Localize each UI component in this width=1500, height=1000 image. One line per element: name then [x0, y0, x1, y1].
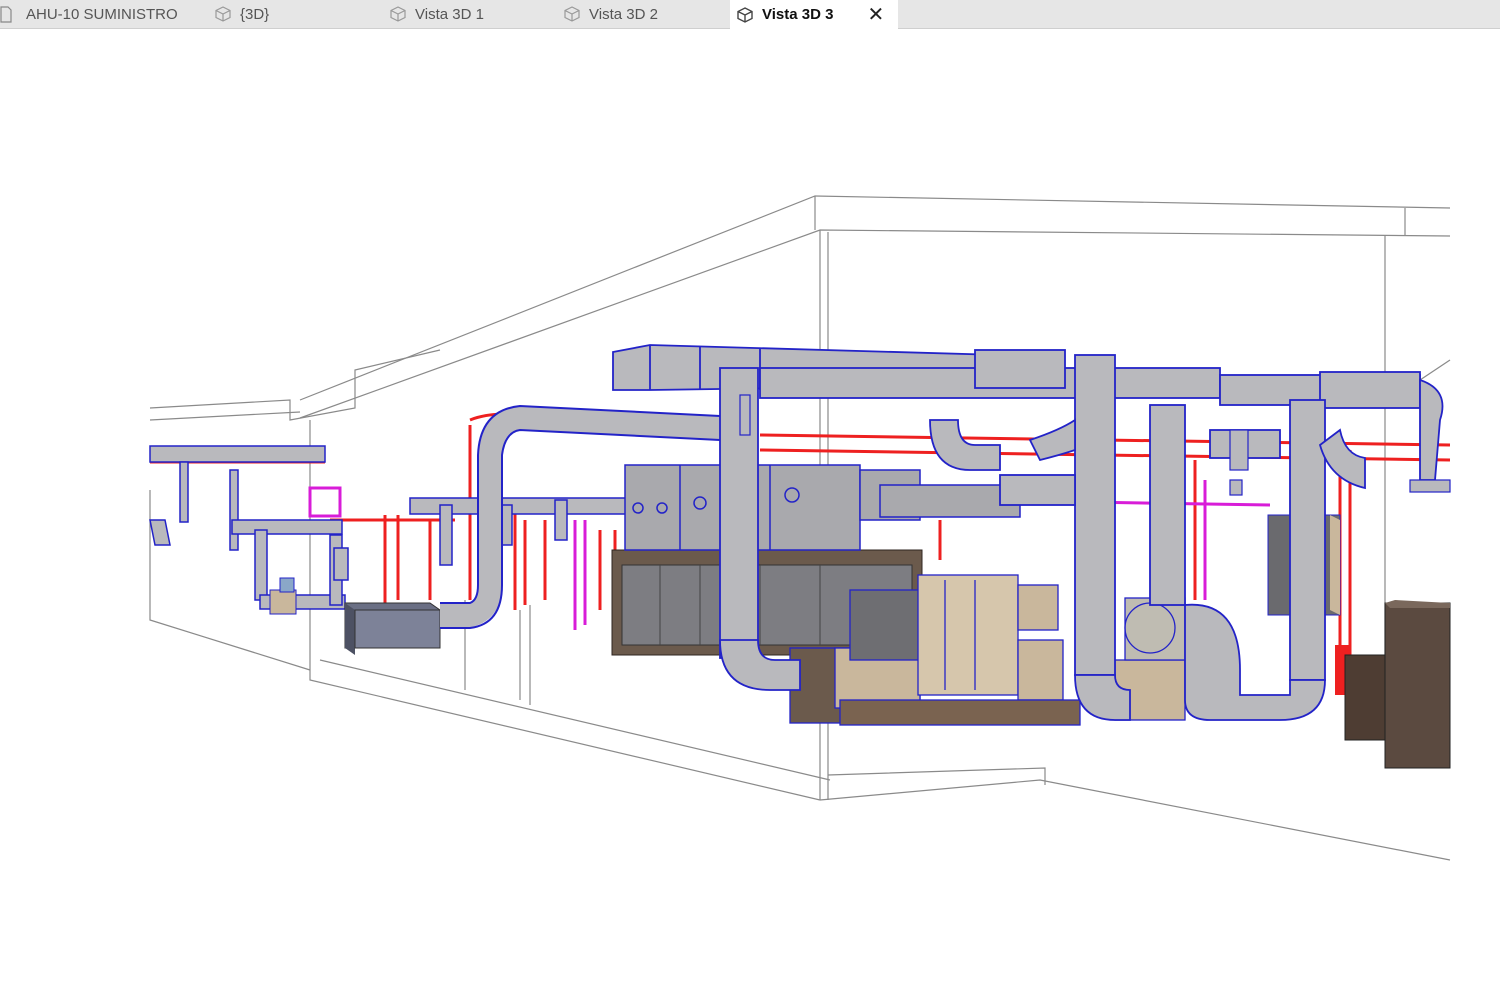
hvac-3d-model [149, 195, 1451, 861]
tab-vista-3d-3[interactable]: Vista 3D 3 ✕ [730, 0, 899, 29]
sheet-icon [0, 5, 18, 23]
close-icon[interactable]: ✕ [867, 2, 884, 27]
tab-vista-3d-1[interactable]: Vista 3D 1 [389, 0, 484, 28]
tab-label: Vista 3D 1 [415, 5, 484, 23]
tab-label: Vista 3D 2 [589, 5, 658, 23]
tab-3d[interactable]: {3D} [214, 0, 269, 28]
tab-vista-3d-2[interactable]: Vista 3D 2 [563, 0, 658, 28]
3d-viewport[interactable] [0, 29, 1500, 1000]
view-tab-bar: AHU-10 SUMINISTRO {3D} Vista 3D 1 Vista … [0, 0, 1500, 29]
small-valve [279, 577, 295, 593]
cabinet-side [1330, 515, 1340, 615]
tab-label: {3D} [240, 5, 270, 23]
ahu-upper-module [624, 464, 1021, 551]
dark-equipment-tanks [1344, 600, 1451, 769]
left-ductwork [149, 445, 631, 610]
cube-view-icon [389, 5, 407, 23]
tab-ahu-10-suministro[interactable]: AHU-10 SUMINISTRO [0, 0, 178, 28]
dark-box-unit [344, 602, 441, 655]
cube-view-icon [214, 5, 232, 23]
tab-label: AHU-10 SUMINISTRO [26, 5, 178, 23]
cube-view-icon [563, 5, 581, 23]
cube-view-icon [736, 6, 754, 24]
tab-label: Vista 3D 3 [762, 6, 834, 23]
small-fan-unit [269, 589, 297, 615]
